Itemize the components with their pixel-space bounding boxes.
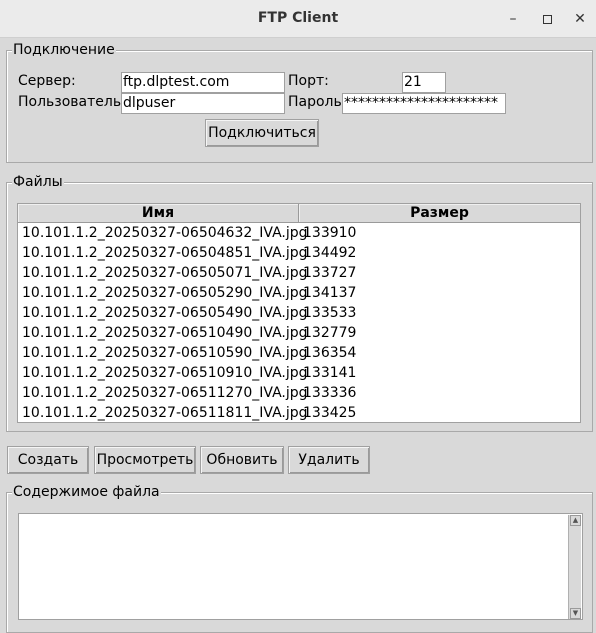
port-label: Порт: (288, 73, 329, 89)
file-list[interactable]: Имя Размер 10.101.1.2_20250327-06504632_… (17, 203, 581, 423)
user-label: Пользователь: (18, 94, 126, 110)
file-row[interactable]: 10.101.1.2_20250327-06505490_IVA.jpg 133… (18, 303, 580, 323)
file-size: 132779 (303, 325, 357, 341)
file-name: 10.101.1.2_20250327-06510910_IVA.jpg (22, 365, 308, 381)
file-size: 133425 (303, 405, 357, 421)
file-row[interactable]: 10.101.1.2_20250327-06511811_IVA.jpg 133… (18, 403, 580, 422)
server-label: Сервер: (18, 73, 76, 89)
file-name: 10.101.1.2_20250327-06511811_IVA.jpg (22, 405, 308, 421)
file-size: 133336 (303, 385, 357, 401)
file-size: 134492 (303, 245, 357, 261)
file-size: 133141 (303, 365, 357, 381)
column-header-name[interactable]: Имя (18, 204, 299, 223)
view-button[interactable]: Просмотреть (94, 446, 196, 474)
file-row[interactable]: 10.101.1.2_20250327-06510910_IVA.jpg 133… (18, 363, 580, 383)
file-name: 10.101.1.2_20250327-06511270_IVA.jpg (22, 385, 308, 401)
user-input[interactable]: dlpuser (121, 93, 285, 114)
files-legend: Файлы (12, 174, 64, 190)
close-icon[interactable]: ✕ (569, 8, 591, 30)
server-input[interactable]: ftp.dlptest.com (121, 72, 285, 93)
password-input[interactable]: ********************** (342, 93, 506, 114)
maximize-icon[interactable] (536, 8, 558, 30)
file-row[interactable]: 10.101.1.2_20250327-06504632_IVA.jpg 133… (18, 223, 580, 243)
minimize-icon[interactable]: – (502, 8, 524, 30)
file-row[interactable]: 10.101.1.2_20250327-06504851_IVA.jpg 134… (18, 243, 580, 263)
file-size: 133533 (303, 305, 357, 321)
password-label: Пароль: (288, 94, 347, 110)
connect-button[interactable]: Подключиться (205, 119, 319, 147)
file-content-legend: Содержимое файла (12, 484, 161, 500)
file-row[interactable]: 10.101.1.2_20250327-06511270_IVA.jpg 133… (18, 383, 580, 403)
file-name: 10.101.1.2_20250327-06510590_IVA.jpg (22, 345, 308, 361)
file-row[interactable]: 10.101.1.2_20250327-06510490_IVA.jpg 132… (18, 323, 580, 343)
file-name: 10.101.1.2_20250327-06505490_IVA.jpg (22, 305, 308, 321)
file-row[interactable]: 10.101.1.2_20250327-06510590_IVA.jpg 136… (18, 343, 580, 363)
file-content-textarea[interactable]: ▲ ▼ (18, 513, 583, 620)
create-button[interactable]: Создать (7, 446, 89, 474)
file-name: 10.101.1.2_20250327-06504632_IVA.jpg (22, 225, 308, 241)
vertical-scrollbar[interactable]: ▲ ▼ (568, 515, 581, 619)
scroll-down-icon[interactable]: ▼ (570, 608, 581, 619)
file-size: 133727 (303, 265, 357, 281)
port-input[interactable]: 21 (402, 72, 446, 93)
file-name: 10.101.1.2_20250327-06505071_IVA.jpg (22, 265, 308, 281)
file-size: 136354 (303, 345, 357, 361)
delete-button[interactable]: Удалить (288, 446, 370, 474)
refresh-button[interactable]: Обновить (200, 446, 284, 474)
file-name: 10.101.1.2_20250327-06505290_IVA.jpg (22, 285, 308, 301)
title-bar: FTP Client – ✕ (0, 0, 596, 38)
connection-legend: Подключение (12, 42, 116, 58)
file-row[interactable]: 10.101.1.2_20250327-06505290_IVA.jpg 134… (18, 283, 580, 303)
file-row[interactable]: 10.101.1.2_20250327-06505071_IVA.jpg 133… (18, 263, 580, 283)
file-name: 10.101.1.2_20250327-06510490_IVA.jpg (22, 325, 308, 341)
file-name: 10.101.1.2_20250327-06504851_IVA.jpg (22, 245, 308, 261)
scroll-up-icon[interactable]: ▲ (570, 515, 581, 526)
column-header-size[interactable]: Размер (299, 204, 580, 223)
file-size: 133910 (303, 225, 357, 241)
file-size: 134137 (303, 285, 357, 301)
ftp-client-window: FTP Client – ✕ Подключение Сервер: ftp.d… (0, 0, 596, 633)
